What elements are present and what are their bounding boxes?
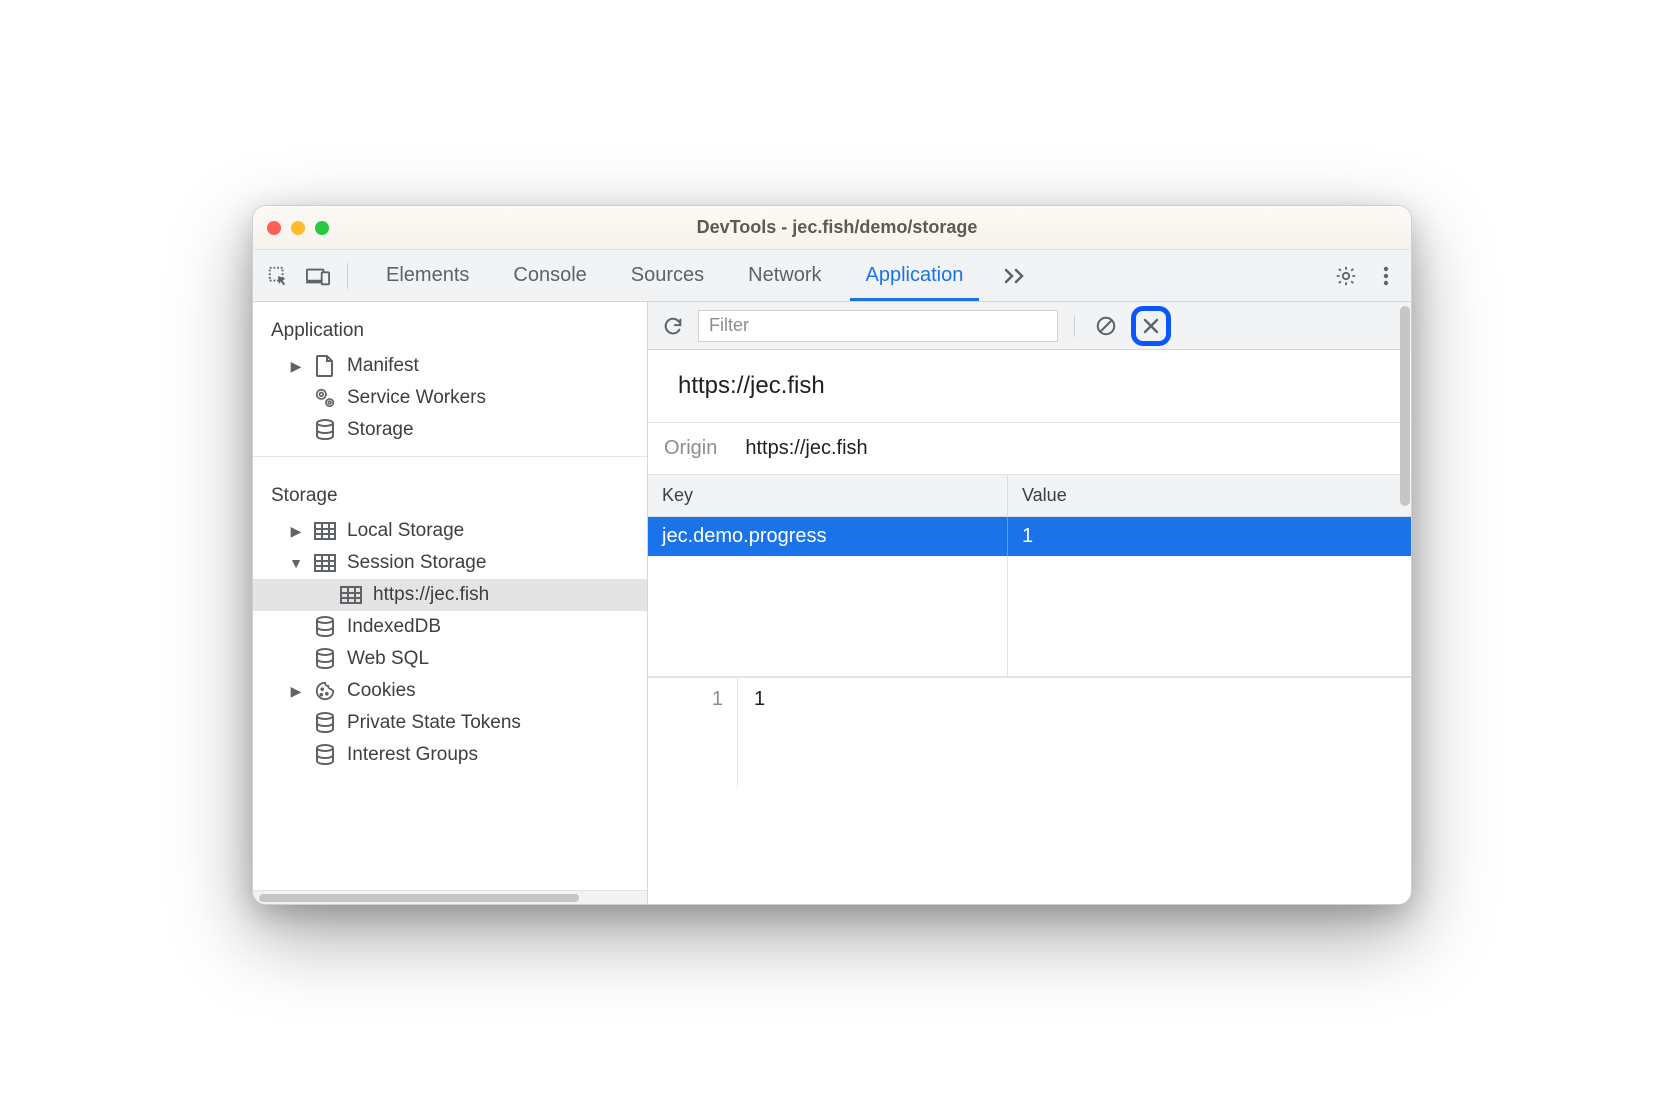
sidebar-item-label: Interest Groups (347, 744, 478, 766)
storage-table: Key Value jec.demo.progress 1 (648, 475, 1411, 677)
filter-input[interactable] (698, 310, 1058, 342)
device-toggle-icon[interactable] (301, 259, 335, 293)
main-vertical-scrollbar[interactable] (1399, 302, 1411, 904)
expand-arrow-icon[interactable]: ▶ (289, 683, 303, 700)
application-sidebar: Application ▶ Manifest Service Workers (253, 302, 648, 904)
expand-arrow-icon[interactable]: ▶ (289, 523, 303, 540)
table-empty-area[interactable] (648, 556, 1411, 676)
filter-toolbar (648, 302, 1411, 350)
origin-row: Origin https://jec.fish (648, 423, 1411, 475)
window-title: DevTools - jec.fish/demo/storage (329, 217, 1397, 238)
sidebar-item-storage[interactable]: Storage (253, 414, 647, 446)
tab-label: Console (513, 264, 586, 287)
minimize-window-button[interactable] (291, 221, 305, 235)
inspect-element-icon[interactable] (261, 259, 295, 293)
preview-content: 1 (738, 678, 781, 787)
tab-label: Application (866, 264, 964, 287)
main-toolbar: Elements Console Sources Network Applica… (253, 250, 1411, 302)
column-header-key[interactable]: Key (648, 475, 1008, 516)
table-icon (339, 583, 363, 607)
tab-application[interactable]: Application (844, 250, 986, 301)
scrollbar-thumb[interactable] (259, 894, 579, 902)
more-tabs-icon[interactable] (991, 267, 1041, 285)
sidebar-item-manifest[interactable]: ▶ Manifest (253, 350, 647, 382)
table-icon (313, 519, 337, 543)
sidebar-divider (253, 456, 647, 457)
database-icon (313, 647, 337, 671)
toolbar-divider (347, 263, 348, 289)
sidebar-item-indexeddb[interactable]: IndexedDB (253, 611, 647, 643)
table-row[interactable]: jec.demo.progress 1 (648, 517, 1411, 556)
database-icon (313, 743, 337, 767)
sidebar-item-label: https://jec.fish (373, 584, 489, 606)
section-application: Application (253, 302, 647, 350)
database-icon (313, 418, 337, 442)
tab-network[interactable]: Network (726, 250, 843, 301)
sidebar-horizontal-scrollbar[interactable] (253, 890, 647, 904)
sidebar-item-session-storage[interactable]: ▼ Session Storage (253, 547, 647, 579)
settings-icon[interactable] (1329, 259, 1363, 293)
sidebar-item-label: Private State Tokens (347, 712, 521, 734)
sidebar-item-private-state-tokens[interactable]: Private State Tokens (253, 707, 647, 739)
section-storage: Storage (253, 467, 647, 515)
expand-arrow-icon[interactable]: ▶ (289, 358, 303, 375)
database-icon (313, 615, 337, 639)
database-icon (313, 711, 337, 735)
sidebar-item-label: Service Workers (347, 387, 486, 409)
origin-value: https://jec.fish (745, 437, 867, 460)
column-header-value[interactable]: Value (1008, 475, 1411, 516)
refresh-icon[interactable] (658, 311, 688, 341)
window-controls (267, 221, 329, 235)
tab-console[interactable]: Console (491, 250, 608, 301)
tab-label: Network (748, 264, 821, 287)
kebab-menu-icon[interactable] (1369, 259, 1403, 293)
tab-elements[interactable]: Elements (364, 250, 491, 301)
table-icon (313, 551, 337, 575)
tab-label: Sources (631, 264, 704, 287)
sidebar-item-label: Web SQL (347, 648, 429, 670)
clear-all-icon[interactable] (1091, 311, 1121, 341)
cookie-icon (313, 679, 337, 703)
sidebar-item-web-sql[interactable]: Web SQL (253, 643, 647, 675)
close-window-button[interactable] (267, 221, 281, 235)
scrollbar-thumb[interactable] (1400, 306, 1410, 506)
origin-label: Origin (664, 437, 717, 460)
sidebar-item-local-storage[interactable]: ▶ Local Storage (253, 515, 647, 547)
storage-detail-panel: https://jec.fish Origin https://jec.fish… (648, 302, 1411, 904)
delete-selected-highlight (1131, 306, 1171, 346)
sidebar-item-label: Manifest (347, 355, 419, 377)
sidebar-item-interest-groups[interactable]: Interest Groups (253, 739, 647, 771)
sidebar-item-session-storage-origin[interactable]: https://jec.fish (253, 579, 647, 611)
file-icon (313, 354, 337, 378)
toolbar-divider (1074, 315, 1075, 337)
sidebar-item-cookies[interactable]: ▶ Cookies (253, 675, 647, 707)
cell-key: jec.demo.progress (648, 517, 1008, 556)
sidebar-item-label: IndexedDB (347, 616, 441, 638)
devtools-window: DevTools - jec.fish/demo/storage Element… (252, 205, 1412, 905)
sidebar-item-label: Cookies (347, 680, 416, 702)
delete-selected-icon[interactable] (1138, 313, 1164, 339)
sidebar-item-label: Storage (347, 419, 414, 441)
gears-icon (313, 386, 337, 410)
sidebar-item-label: Session Storage (347, 552, 486, 574)
sidebar-item-label: Local Storage (347, 520, 464, 542)
storage-origin-title: https://jec.fish (648, 350, 1411, 423)
zoom-window-button[interactable] (315, 221, 329, 235)
tab-label: Elements (386, 264, 469, 287)
panel-body: Application ▶ Manifest Service Workers (253, 302, 1411, 904)
value-preview: 1 1 (648, 677, 1411, 787)
titlebar: DevTools - jec.fish/demo/storage (253, 206, 1411, 250)
panel-tabs: Elements Console Sources Network Applica… (364, 250, 985, 301)
collapse-arrow-icon[interactable]: ▼ (289, 555, 303, 571)
sidebar-item-service-workers[interactable]: Service Workers (253, 382, 647, 414)
tab-sources[interactable]: Sources (609, 250, 726, 301)
cell-value: 1 (1008, 517, 1411, 556)
preview-line-number: 1 (648, 678, 738, 787)
table-header: Key Value (648, 475, 1411, 517)
